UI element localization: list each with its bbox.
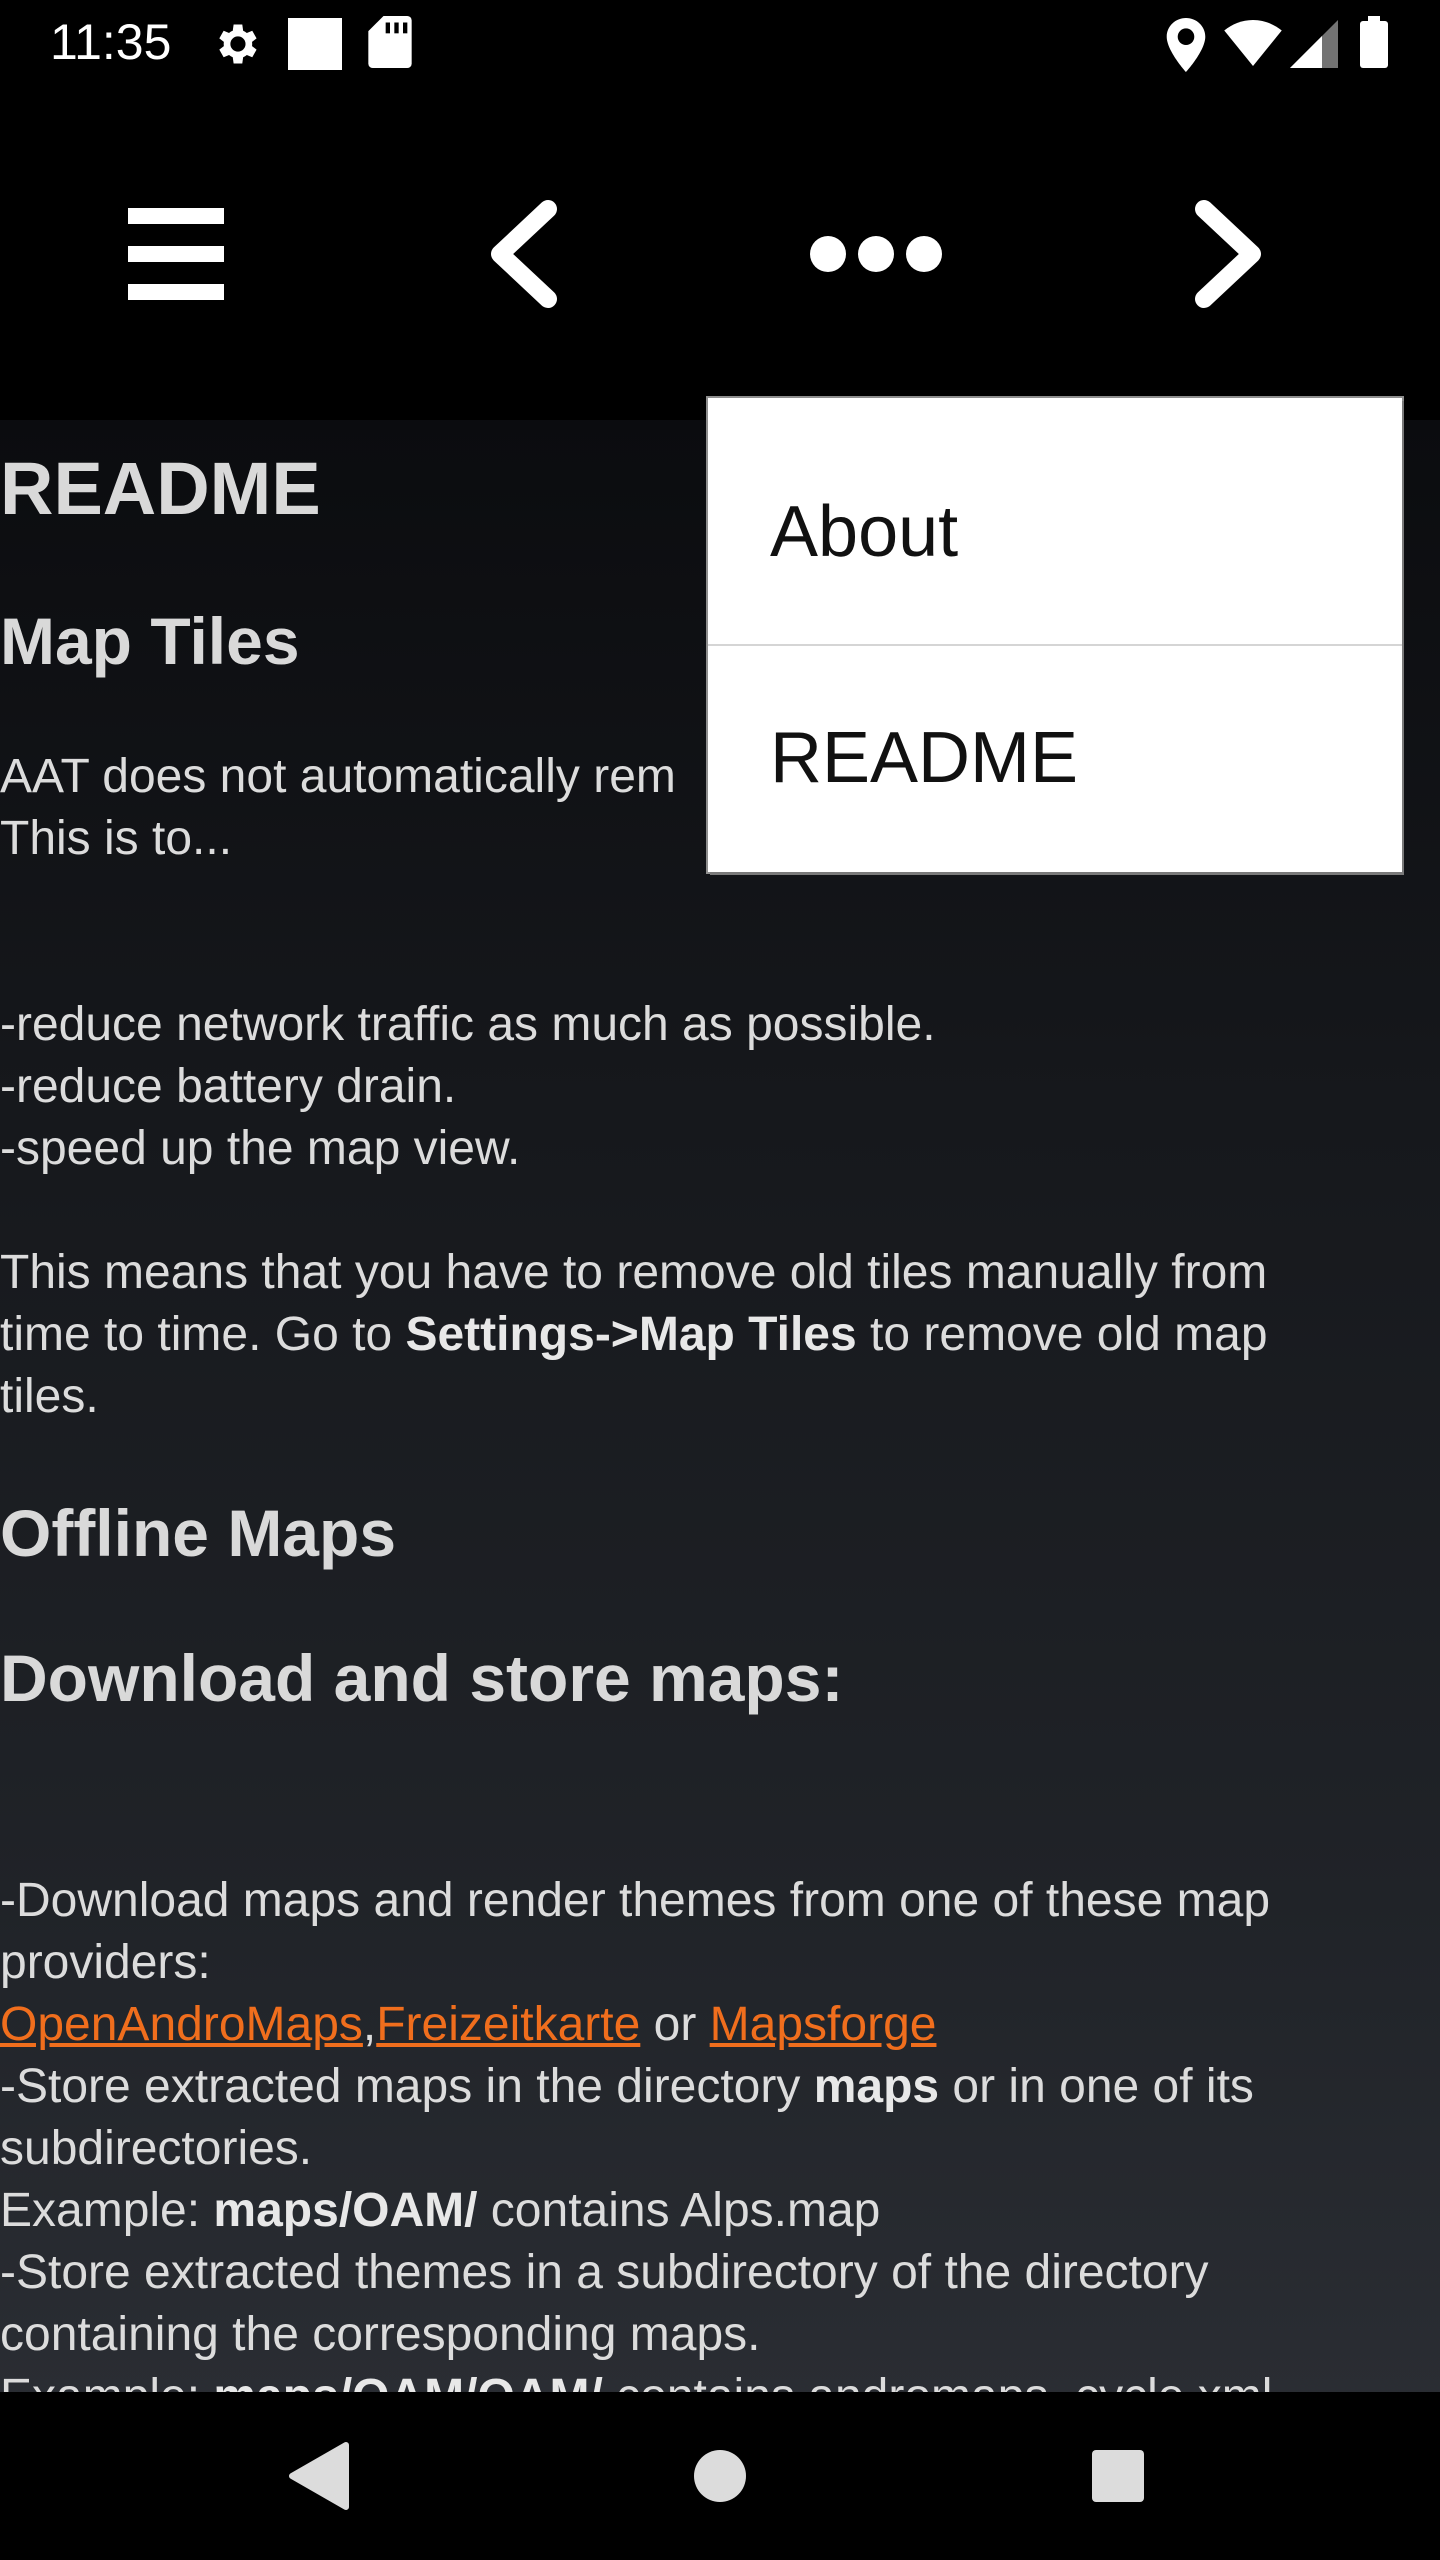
paragraph-line: -Download maps and render themes from on… <box>0 1874 1271 1927</box>
paragraph-line: Example: maps/OAM/ contains Alps.map <box>0 2184 881 2237</box>
paragraph-line: -Store extracted themes in a subdirector… <box>0 2246 1209 2299</box>
menu-item-about[interactable]: About <box>708 420 1402 644</box>
back-button[interactable] <box>442 184 602 324</box>
nav-home-button[interactable] <box>670 2426 770 2526</box>
paragraph-line: containing the corresponding maps. <box>0 2308 761 2361</box>
more-button[interactable] <box>796 184 956 324</box>
freizeitkarte-link[interactable]: Freizeitkarte <box>376 1998 640 2051</box>
more-icon <box>810 236 942 272</box>
battery-icon <box>1360 16 1388 68</box>
forward-icon <box>1195 200 1261 308</box>
paragraph-line: subdirectories. <box>0 2122 313 2175</box>
download-paragraph: -Download maps and render themes from on… <box>0 1870 1420 2392</box>
bullet-list: -reduce network traffic as much as possi… <box>0 994 1420 1180</box>
bullet-item: -reduce network traffic as much as possi… <box>0 998 936 1051</box>
download-store-heading: Download and store maps: <box>0 1641 844 1715</box>
sd-card-icon <box>368 16 412 68</box>
settings-map-tiles-path: Settings->Map Tiles <box>405 1308 857 1361</box>
mapsforge-link[interactable]: Mapsforge <box>710 1998 937 2051</box>
location-icon <box>1166 18 1206 72</box>
status-time: 11:35 <box>50 14 172 70</box>
menu-icon <box>128 208 224 300</box>
home-circle-icon <box>694 2450 746 2502</box>
square-notification-icon <box>288 18 342 70</box>
paragraph-line: This means that you have to remove old t… <box>0 1246 1268 1299</box>
toolbar <box>0 84 1440 424</box>
paragraph-line: -Store extracted maps in the directory m… <box>0 2060 1254 2113</box>
map-tiles-heading: Map Tiles <box>0 604 300 678</box>
menu-item-label: README <box>770 718 1079 798</box>
paragraph-line: time to time. Go to Settings->Map Tiles … <box>0 1308 1268 1361</box>
forward-button[interactable] <box>1150 184 1310 324</box>
wifi-icon <box>1224 20 1282 66</box>
signal-icon <box>1290 20 1338 68</box>
back-icon <box>491 200 557 308</box>
menu-item-label: About <box>770 492 959 572</box>
nav-back-button[interactable] <box>268 2426 368 2526</box>
menu-item-readme[interactable]: README <box>708 646 1402 870</box>
status-bar: 11:35 <box>0 0 1440 84</box>
overflow-menu: About README <box>708 398 1402 872</box>
back-triangle-icon <box>289 2442 349 2510</box>
paragraph-line: providers: <box>0 1936 211 1989</box>
paragraph-line: Example: maps/OAM/OAM/ contains andromap… <box>0 2366 1420 2392</box>
providers-links-line: OpenAndroMaps,Freizeitkarte or Mapsforge <box>0 1998 937 2051</box>
offline-maps-heading: Offline Maps <box>0 1496 397 1570</box>
bullet-item: -reduce battery drain. <box>0 1060 457 1113</box>
page-title: README <box>0 447 321 530</box>
menu-button[interactable] <box>96 184 256 324</box>
bullet-item: -speed up the map view. <box>0 1122 521 1175</box>
nav-recents-button[interactable] <box>1068 2426 1168 2526</box>
navigation-bar <box>0 2392 1440 2560</box>
settings-gear-icon <box>219 24 257 64</box>
recents-square-icon <box>1092 2450 1144 2502</box>
tiles-removal-paragraph: This means that you have to remove old t… <box>0 1242 1420 1428</box>
openandromaps-link[interactable]: OpenAndroMaps <box>0 1998 363 2051</box>
paragraph-line: tiles. <box>0 1370 99 1423</box>
